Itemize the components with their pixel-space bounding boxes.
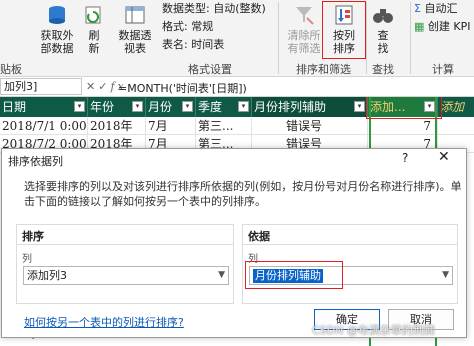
- chevron-down-icon: ▼: [442, 270, 449, 280]
- formula-bar: 加列3] ✕✓fx =MONTH('时间表'[日期]): [0, 77, 474, 97]
- dialog-description: 选择要排序的列以及对该列进行排序所依据的列(例如，按月份号对月份名称进行排序)。…: [24, 180, 462, 208]
- cell-month-helper[interactable]: 错误号: [252, 117, 368, 135]
- col-header-year[interactable]: 年份 ▾: [88, 97, 146, 117]
- sigma-icon: Σ: [414, 2, 421, 15]
- dialog-title: 排序依据列: [8, 155, 63, 168]
- col-header-added-next[interactable]: 添加: [438, 97, 474, 117]
- cell-quarter[interactable]: 第三...: [196, 117, 252, 135]
- refresh-icon: [83, 4, 105, 26]
- column-header-highlight: [366, 97, 442, 119]
- formula-input[interactable]: =MONTH('时间表'[日期]): [118, 80, 247, 96]
- filter-dropdown-icon[interactable]: ▾: [354, 101, 365, 112]
- watermark: CSDN @布满杂草的荆棘: [312, 324, 435, 337]
- sort-button-highlight: [322, 1, 366, 59]
- binoculars-icon: [372, 4, 394, 26]
- sort-filter-group-label: 排序和筛选: [296, 63, 351, 76]
- sort-column-label: 列: [22, 254, 32, 265]
- find-button[interactable]: 查 找: [372, 2, 394, 58]
- format-dropdown[interactable]: 格式: 常规: [162, 20, 213, 34]
- by-column-highlight: [245, 261, 343, 289]
- get-external-data-button[interactable]: 获取外 部数据: [38, 2, 76, 58]
- cell-year[interactable]: 2018年: [88, 117, 146, 135]
- sort-section-title: 排序: [22, 230, 44, 243]
- chevron-down-icon: ▼: [218, 270, 225, 280]
- clipboard-group-label: 贴板: [0, 63, 22, 76]
- by-section-title: 依据: [248, 230, 270, 243]
- group-divider: [410, 2, 411, 74]
- filter-dropdown-icon[interactable]: ▾: [132, 101, 143, 112]
- filter-dropdown-icon[interactable]: ▾: [238, 101, 249, 112]
- sort-column-select[interactable]: 添加列3 ▼: [23, 266, 229, 285]
- cell-month[interactable]: 7月: [146, 117, 196, 135]
- table-name-field: 表名: 时间表: [162, 38, 225, 51]
- col-header-month[interactable]: 月份 ▾: [146, 97, 196, 117]
- kpi-icon: ▦: [414, 20, 425, 33]
- clear-filter-icon: [293, 4, 315, 26]
- divider: [243, 244, 457, 245]
- col-header-month-helper[interactable]: 月份排列辅助 ▾: [252, 97, 368, 117]
- filter-dropdown-icon[interactable]: ▾: [182, 101, 193, 112]
- create-kpi-button[interactable]: ▦ 创建 KPI: [414, 20, 471, 34]
- find-group-label: 查找: [372, 63, 394, 76]
- database-icon: [46, 4, 68, 26]
- refresh-button[interactable]: 刷 新: [82, 2, 106, 58]
- filter-dropdown-icon[interactable]: ▾: [74, 101, 85, 112]
- ribbon: 贴板 获取外 部数据 刷 新 数据透 视表 数据类型: 自动(整数) 格式: 常…: [0, 0, 474, 77]
- clear-all-filters-button[interactable]: 清除所 有筛选: [285, 2, 323, 58]
- name-box[interactable]: 加列3]: [0, 78, 82, 95]
- sort-section: 排序 列 添加列3 ▼: [16, 224, 234, 304]
- close-button[interactable]: ✕: [438, 149, 450, 165]
- autosum-button[interactable]: Σ 自动汇: [414, 2, 457, 16]
- help-link[interactable]: 如何按另一个表中的列进行排序?: [24, 314, 184, 330]
- calc-group-label: 计算: [432, 63, 454, 76]
- group-divider: [278, 2, 279, 74]
- pivot-table-icon: [124, 4, 146, 26]
- divider: [17, 244, 233, 245]
- col-header-date[interactable]: 日期 ▾: [0, 97, 88, 117]
- data-type-dropdown[interactable]: 数据类型: 自动(整数): [162, 2, 266, 16]
- format-settings-group-label: 格式设置: [188, 63, 232, 76]
- col-header-quarter[interactable]: 季度 ▾: [196, 97, 252, 117]
- sort-by-column-dialog: 排序依据列 ? ✕ 选择要排序的列以及对该列进行排序所依据的列(例如，按月份号对…: [1, 148, 467, 338]
- pivot-table-button[interactable]: 数据透 视表: [114, 2, 156, 58]
- cell-date[interactable]: 2018/7/1 0:00...: [0, 117, 88, 135]
- help-button[interactable]: ?: [402, 151, 408, 165]
- group-divider: [366, 2, 367, 74]
- by-section: 依据 列 月份排列辅助 ▼: [242, 224, 458, 304]
